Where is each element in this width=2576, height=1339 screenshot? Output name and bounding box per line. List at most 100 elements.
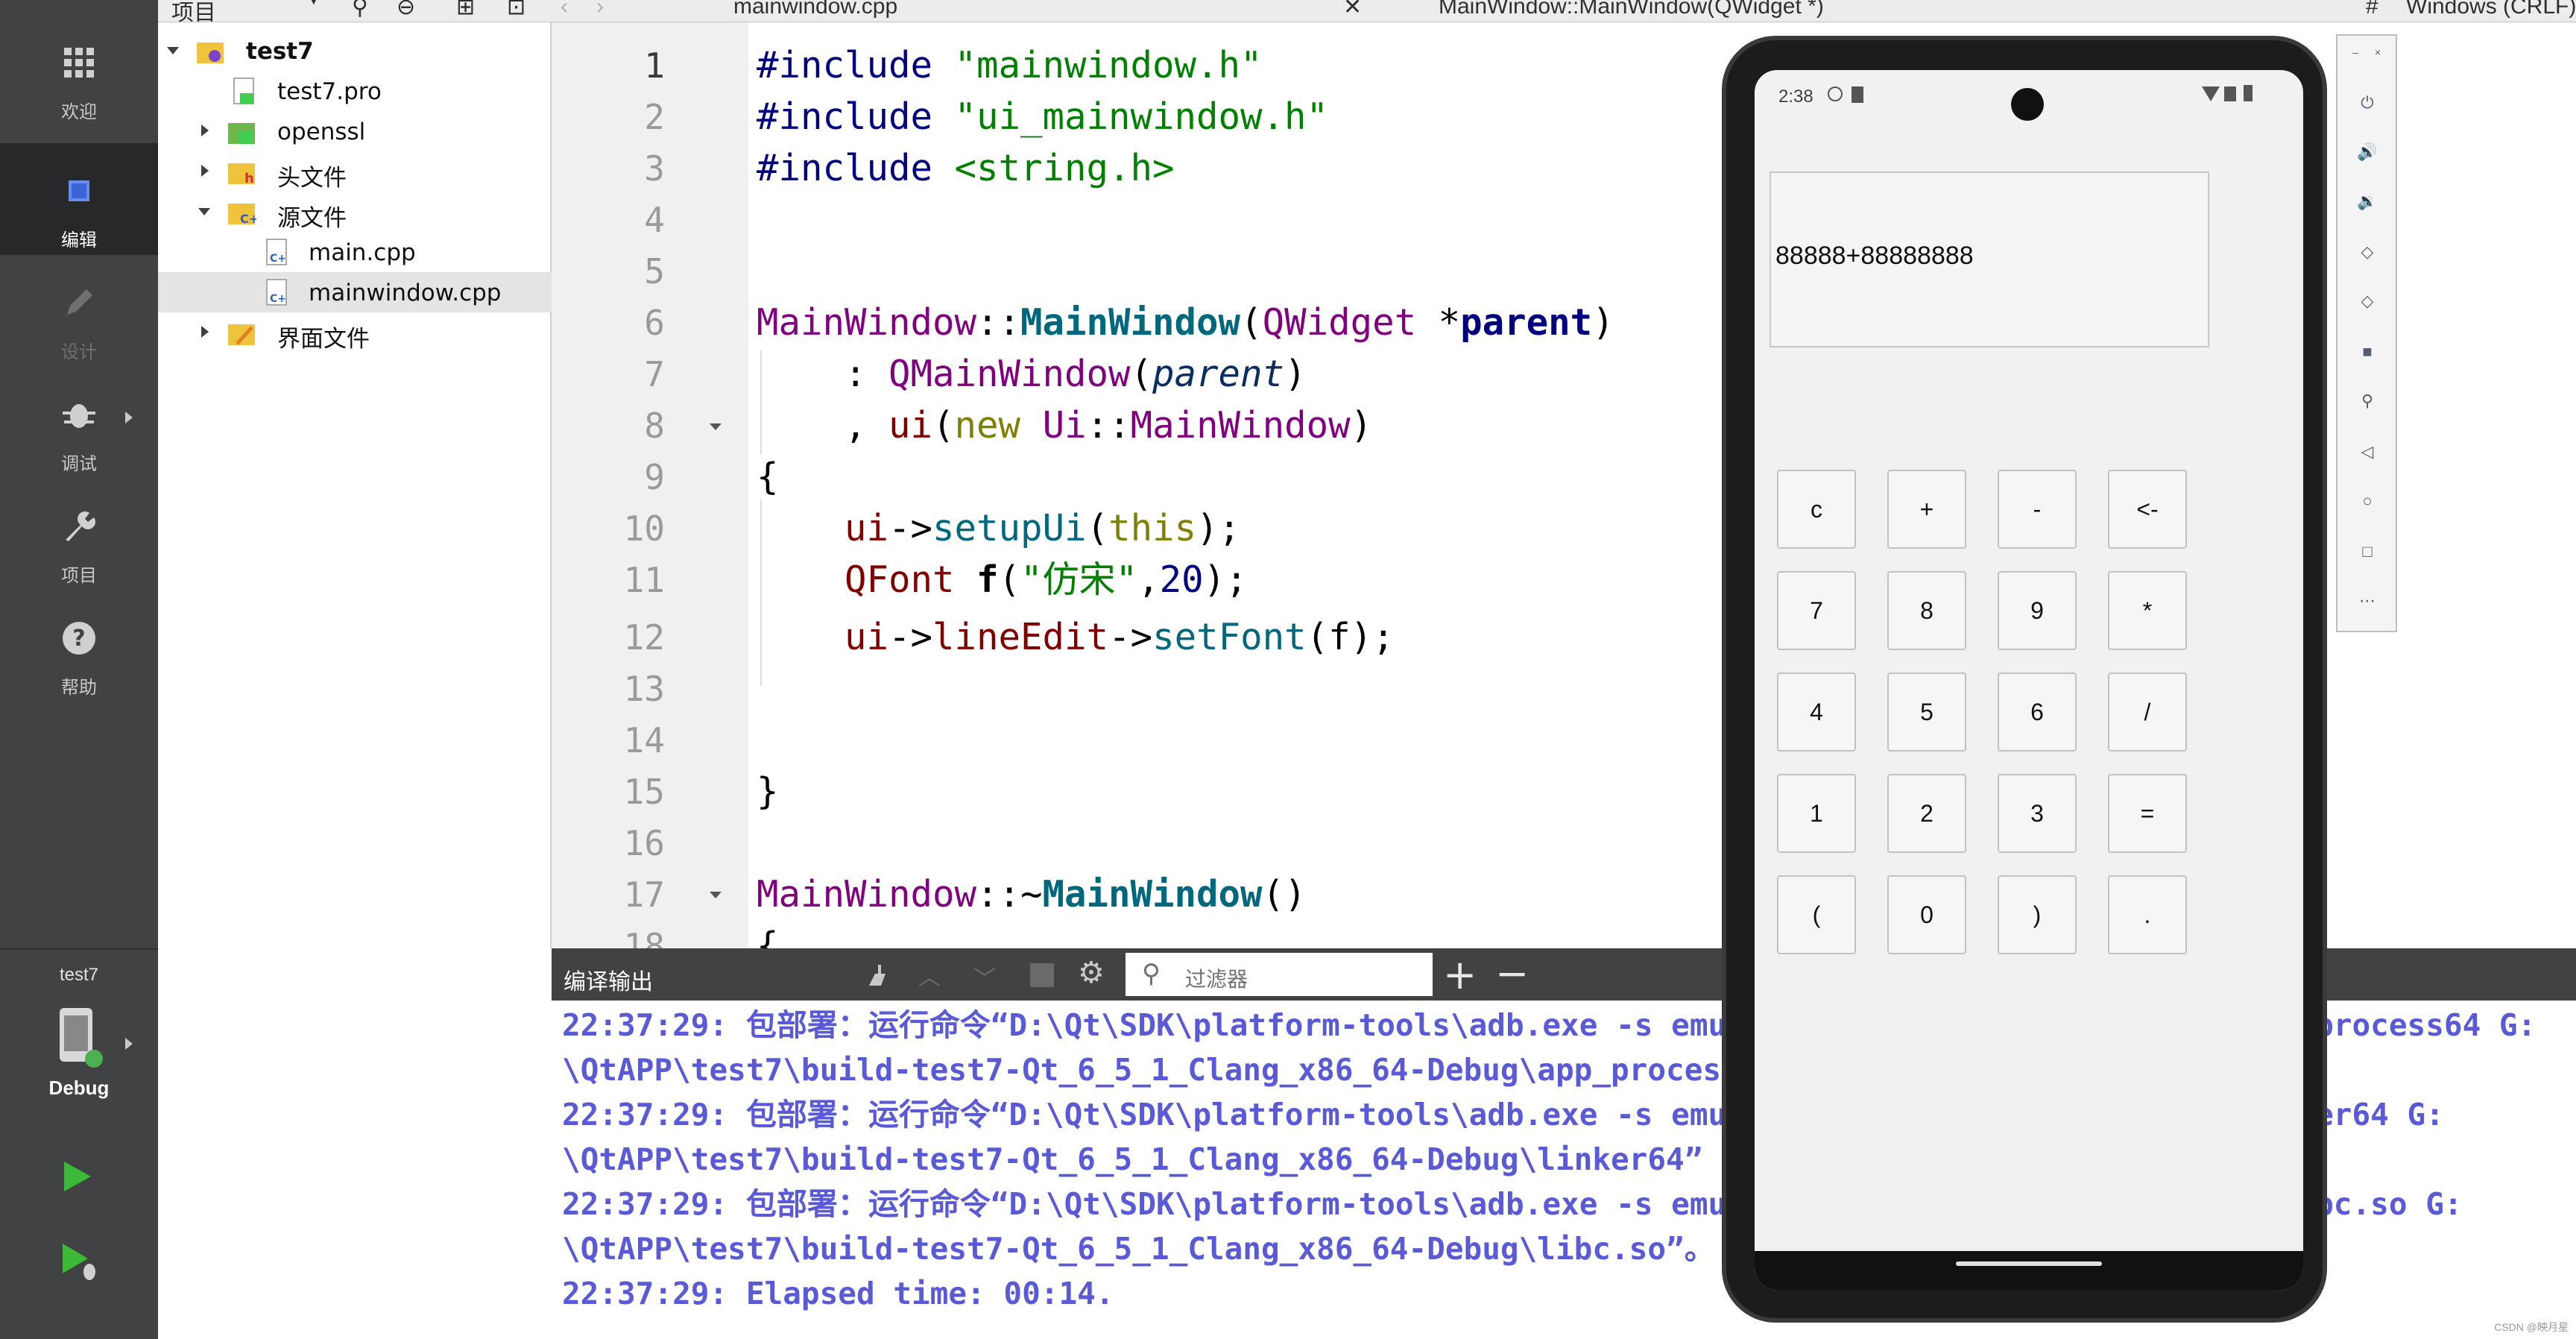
code-line-18: { bbox=[757, 924, 779, 948]
tree-item-headers[interactable]: h 头文件 bbox=[158, 151, 552, 192]
expand-arrow-icon bbox=[125, 412, 133, 423]
collapse-arrow-icon[interactable] bbox=[198, 208, 210, 215]
fold-marker-icon[interactable] bbox=[710, 892, 722, 898]
status-time: 2:38 bbox=[1778, 86, 1813, 107]
key-5[interactable]: 5 bbox=[1887, 672, 1966, 752]
project-selector[interactable]: 项目 bbox=[171, 0, 216, 22]
close-panel-icon[interactable]: ⊡ bbox=[507, 0, 525, 20]
key-divide[interactable]: / bbox=[2108, 672, 2187, 752]
code-line-12: ui->lineEdit->setFont(f); bbox=[845, 616, 1395, 658]
filter-input[interactable]: ⚲ 过滤器 bbox=[1126, 953, 1433, 996]
key-9[interactable]: 9 bbox=[1998, 571, 2077, 650]
mode-projects[interactable]: 项目 bbox=[0, 479, 158, 590]
zoom-in-icon[interactable]: + bbox=[1443, 951, 1477, 998]
power-icon[interactable]: ⏻ bbox=[2354, 89, 2381, 116]
line-number: 2 bbox=[644, 97, 665, 137]
mode-help[interactable]: ? 帮助 bbox=[0, 590, 158, 702]
debug-run-icon[interactable] bbox=[58, 1241, 100, 1282]
overview-icon[interactable]: □ bbox=[2354, 538, 2381, 565]
stop-icon[interactable] bbox=[1030, 963, 1054, 987]
line-ending-selector[interactable]: Windows (CRLF) bbox=[2406, 0, 2576, 19]
key-3[interactable]: 3 bbox=[1998, 774, 2077, 853]
open-file-name[interactable]: mainwindow.cpp bbox=[733, 0, 897, 19]
home-indicator[interactable] bbox=[1956, 1261, 2102, 1266]
camera-icon[interactable]: ■ bbox=[2354, 338, 2381, 365]
mode-welcome[interactable]: 欢迎 bbox=[0, 15, 158, 127]
close-icon[interactable]: × bbox=[2364, 39, 2391, 66]
tree-label: test7.pro bbox=[277, 78, 382, 105]
key-equals[interactable]: = bbox=[2108, 774, 2187, 853]
tree-item-forms[interactable]: 界面文件 bbox=[158, 312, 552, 353]
key-6[interactable]: 6 bbox=[1998, 672, 2077, 752]
collapse-arrow-icon[interactable] bbox=[167, 47, 179, 54]
key-clear[interactable]: c bbox=[1777, 470, 1856, 549]
key-plus[interactable]: + bbox=[1887, 470, 1966, 549]
key-close-paren[interactable]: ) bbox=[1998, 875, 2077, 954]
rotate-right-icon[interactable]: ◇ bbox=[2354, 288, 2381, 315]
hash-label: # bbox=[2366, 0, 2378, 19]
line-number: 11 bbox=[623, 560, 665, 600]
rotate-left-icon[interactable]: ◇ bbox=[2354, 239, 2381, 265]
key-7[interactable]: 7 bbox=[1777, 571, 1856, 650]
tree-label: mainwindow.cpp bbox=[309, 280, 502, 306]
kit-selector[interactable]: test7 Debug bbox=[0, 948, 158, 1135]
dropdown-arrow-icon[interactable]: ▼ bbox=[306, 0, 322, 9]
volume-up-icon[interactable]: 🔊 bbox=[2354, 139, 2381, 166]
expand-arrow-icon[interactable] bbox=[201, 125, 209, 136]
line-number-gutter: 1 2 3 4 5 6 7 8 9 10 11 12 13 14 15 16 1… bbox=[552, 22, 748, 948]
key-8[interactable]: 8 bbox=[1887, 571, 1966, 650]
calculator-display[interactable]: 88888+88888888 bbox=[1770, 171, 2209, 347]
line-number: 4 bbox=[644, 200, 665, 240]
sync-icon bbox=[1828, 86, 1843, 101]
mode-design[interactable]: 设计 bbox=[0, 255, 158, 367]
key-minus[interactable]: - bbox=[1998, 470, 2077, 549]
tree-item-sources[interactable]: C+ 源文件 bbox=[158, 192, 552, 232]
close-file-icon[interactable]: ✕ bbox=[1343, 0, 1362, 20]
expand-arrow-icon[interactable] bbox=[201, 165, 209, 177]
mode-edit[interactable]: 编辑 bbox=[0, 143, 158, 255]
next-icon[interactable]: ﹀ bbox=[973, 960, 996, 993]
gesture-bar bbox=[1755, 1251, 2303, 1290]
filter-placeholder: 过滤器 bbox=[1185, 967, 1248, 992]
back-icon[interactable]: ◁ bbox=[2354, 438, 2381, 465]
back-icon[interactable]: ‹ bbox=[561, 0, 568, 19]
home-icon[interactable]: ○ bbox=[2354, 488, 2381, 514]
previous-icon[interactable]: ︿ bbox=[918, 959, 941, 992]
volume-down-icon[interactable]: 🔉 bbox=[2354, 188, 2381, 215]
key-backspace[interactable]: <- bbox=[2108, 470, 2187, 549]
tree-item-main-cpp[interactable]: C+ main.cpp bbox=[158, 232, 552, 272]
split-icon[interactable]: ⊞ bbox=[456, 0, 475, 20]
settings-gear-icon[interactable]: ⚙ bbox=[1078, 956, 1105, 990]
key-0[interactable]: 0 bbox=[1887, 875, 1966, 954]
clear-icon[interactable] bbox=[866, 963, 893, 989]
key-4[interactable]: 4 bbox=[1777, 672, 1856, 752]
line-number: 7 bbox=[644, 354, 665, 394]
mode-debug[interactable]: 调试 bbox=[0, 367, 158, 479]
key-decimal[interactable]: . bbox=[2108, 875, 2187, 954]
tree-item-project[interactable]: test7 bbox=[158, 31, 552, 71]
tree-item-openssl[interactable]: openssl bbox=[158, 111, 552, 151]
svg-text:?: ? bbox=[72, 626, 85, 652]
line-number: 12 bbox=[623, 617, 665, 658]
key-open-paren[interactable]: ( bbox=[1777, 875, 1856, 954]
key-1[interactable]: 1 bbox=[1777, 774, 1856, 853]
zoom-out-icon[interactable]: − bbox=[1495, 950, 1529, 997]
svg-text:C+: C+ bbox=[270, 293, 286, 305]
key-2[interactable]: 2 bbox=[1887, 774, 1966, 853]
tree-item-pro-file[interactable]: test7.pro bbox=[158, 71, 552, 111]
forward-icon[interactable]: › bbox=[596, 0, 604, 19]
key-multiply[interactable]: * bbox=[2108, 571, 2187, 650]
tree-item-mainwindow-cpp[interactable]: C+ mainwindow.cpp bbox=[158, 272, 552, 312]
zoom-icon[interactable]: ⚲ bbox=[2354, 388, 2381, 415]
output-pane-title[interactable]: 编译输出 bbox=[564, 963, 653, 996]
link-icon[interactable]: ⊖ bbox=[397, 0, 415, 20]
run-icon[interactable] bbox=[58, 1159, 94, 1194]
expand-arrow-icon[interactable] bbox=[201, 326, 209, 338]
filter-tree-icon[interactable]: ⚲ bbox=[352, 0, 368, 20]
status-bar: 2:38 bbox=[1755, 70, 2303, 122]
more-icon[interactable]: ⋯ bbox=[2354, 587, 2381, 614]
line-number: 18 bbox=[623, 926, 665, 948]
fold-marker-icon[interactable] bbox=[710, 423, 722, 430]
forms-folder-icon bbox=[228, 324, 255, 345]
symbol-selector[interactable]: MainWindow::MainWindow(QWidget *) bbox=[1439, 0, 1824, 19]
